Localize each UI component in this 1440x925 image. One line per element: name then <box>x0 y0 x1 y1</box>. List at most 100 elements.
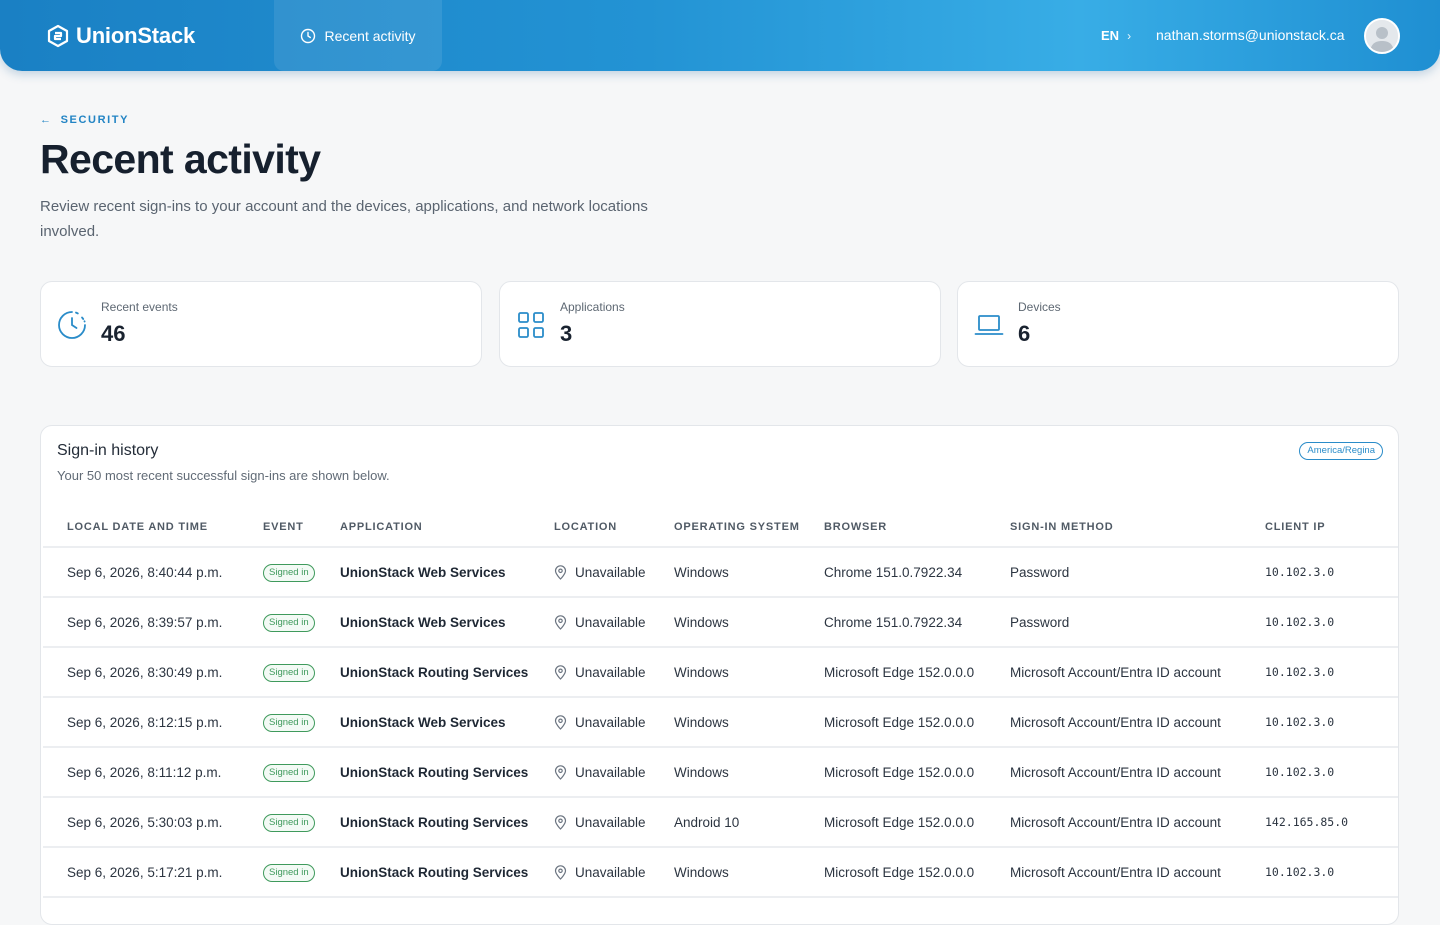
cell-application: UnionStack Web Services <box>329 548 543 598</box>
stat-value: 3 <box>560 321 573 346</box>
stat-card-recent-events: Recent events 46 <box>40 281 482 367</box>
cell-datetime: Sep 6, 2026, 8:12:15 p.m. <box>43 698 252 748</box>
status-badge: Signed in <box>263 763 315 782</box>
map-pin-icon <box>554 564 567 580</box>
table-header-row: LOCAL DATE AND TIME EVENT APPLICATION LO… <box>43 507 1398 548</box>
cell-browser: Chrome 151.0.7922.34 <box>813 548 999 598</box>
stat-value: 6 <box>1018 321 1031 346</box>
brand-logo[interactable]: UnionStack <box>46 22 195 50</box>
location-text: Unavailable <box>575 864 646 880</box>
table-row[interactable]: Sep 6, 2026, 8:12:15 p.m. Signed in Unio… <box>43 698 1398 748</box>
user-avatar-icon <box>1366 20 1398 52</box>
cell-method: Microsoft Account/Entra ID account <box>999 698 1254 748</box>
column-header-datetime[interactable]: LOCAL DATE AND TIME <box>43 507 252 548</box>
cell-application: UnionStack Routing Services <box>329 798 543 848</box>
cell-browser: Chrome 151.0.7922.34 <box>813 598 999 648</box>
cell-application: UnionStack Routing Services <box>329 848 543 898</box>
nav-tab-label: Recent activity <box>324 27 416 44</box>
cell-method: Microsoft Account/Entra ID account <box>999 748 1254 798</box>
column-header-browser[interactable]: BROWSER <box>813 507 999 548</box>
cell-os: Windows <box>663 648 813 698</box>
cell-event: Signed in <box>252 648 329 698</box>
cell-location: Unavailable <box>543 598 663 648</box>
cell-ip: 10.102.3.0 <box>1254 748 1398 798</box>
page-description: Review recent sign-ins to your account a… <box>40 198 648 240</box>
cell-browser: Microsoft Edge 152.0.0.0 <box>813 848 999 898</box>
user-email[interactable]: nathan.storms@unionstack.ca <box>1156 27 1345 43</box>
cell-datetime: Sep 6, 2026, 5:17:21 p.m. <box>43 848 252 898</box>
language-code: EN <box>1101 28 1120 43</box>
clock-icon <box>58 311 86 339</box>
map-pin-icon <box>554 614 567 630</box>
cell-ip: 10.102.3.0 <box>1254 648 1398 698</box>
breadcrumb-security: SECURITY <box>60 114 130 126</box>
cell-datetime: Sep 6, 2026, 8:11:12 p.m. <box>43 748 252 798</box>
map-pin-icon <box>554 864 567 880</box>
breadcrumb[interactable]: ← SECURITY <box>40 114 129 126</box>
cell-method: Microsoft Account/Entra ID account <box>999 798 1254 848</box>
cell-os: Windows <box>663 598 813 648</box>
back-arrow-icon: ← <box>40 114 53 126</box>
stat-label: Devices <box>1018 300 1061 314</box>
cell-browser: Microsoft Edge 152.0.0.0 <box>813 648 999 698</box>
table-row[interactable]: Sep 6, 2026, 8:39:57 p.m. Signed in Unio… <box>43 598 1398 648</box>
table-row[interactable]: Sep 6, 2026, 5:30:03 p.m. Signed in Unio… <box>43 798 1398 848</box>
cell-event: Signed in <box>252 798 329 848</box>
cell-method: Microsoft Account/Entra ID account <box>999 648 1254 698</box>
map-pin-icon <box>554 664 567 680</box>
status-badge: Signed in <box>263 713 315 732</box>
cell-event: Signed in <box>252 598 329 648</box>
brand-name: UnionStack <box>76 23 196 48</box>
cell-datetime: Sep 6, 2026, 5:30:03 p.m. <box>43 798 252 848</box>
cell-os: Windows <box>663 748 813 798</box>
cell-ip: 10.102.3.0 <box>1254 848 1398 898</box>
cell-method: Password <box>999 598 1254 648</box>
cell-event: Signed in <box>252 848 329 898</box>
cell-os: Windows <box>663 698 813 748</box>
cell-ip: 10.102.3.0 <box>1254 698 1398 748</box>
cell-location: Unavailable <box>543 648 663 698</box>
cell-os: Windows <box>663 848 813 898</box>
map-pin-icon <box>554 714 567 730</box>
location-text: Unavailable <box>575 764 646 780</box>
cell-application: UnionStack Routing Services <box>329 648 543 698</box>
nav-tab-recent-activity[interactable]: Recent activity <box>274 0 442 71</box>
table-row[interactable]: Sep 6, 2026, 8:40:44 p.m. Signed in Unio… <box>43 548 1398 598</box>
column-header-event[interactable]: EVENT <box>252 507 329 548</box>
avatar[interactable] <box>1364 18 1400 54</box>
table-row[interactable]: Sep 6, 2026, 8:11:12 p.m. Signed in Unio… <box>43 748 1398 798</box>
cell-method: Password <box>999 548 1254 598</box>
page-title: Recent activity <box>40 136 321 182</box>
stat-value: 46 <box>101 321 126 346</box>
cell-location: Unavailable <box>543 748 663 798</box>
table-row[interactable]: Sep 6, 2026, 5:17:21 p.m. Signed in Unio… <box>43 848 1398 898</box>
cell-browser: Microsoft Edge 152.0.0.0 <box>813 748 999 798</box>
cell-ip: 142.165.85.0 <box>1254 798 1398 848</box>
column-header-method[interactable]: SIGN-IN METHOD <box>999 507 1254 548</box>
status-badge: Signed in <box>263 563 315 582</box>
status-badge: Signed in <box>263 863 315 882</box>
clock-icon <box>301 28 316 43</box>
location-text: Unavailable <box>575 814 646 830</box>
cell-event: Signed in <box>252 748 329 798</box>
cell-browser: Microsoft Edge 152.0.0.0 <box>813 798 999 848</box>
cell-browser: Microsoft Edge 152.0.0.0 <box>813 698 999 748</box>
unionstack-logo-icon <box>47 24 69 48</box>
apps-grid-icon <box>518 312 544 338</box>
panel-subtitle: Your 50 most recent successful sign-ins … <box>57 468 390 483</box>
status-badge: Signed in <box>263 663 315 682</box>
cell-os: Android 10 <box>663 798 813 848</box>
column-header-location[interactable]: LOCATION <box>543 507 663 548</box>
cell-datetime: Sep 6, 2026, 8:30:49 p.m. <box>43 648 252 698</box>
column-header-application[interactable]: APPLICATION <box>329 507 543 548</box>
timezone-badge: America/Regina <box>1299 442 1383 460</box>
cell-ip: 10.102.3.0 <box>1254 548 1398 598</box>
status-badge: Signed in <box>263 813 315 832</box>
panel-title: Sign-in history <box>57 442 159 459</box>
stat-card-applications: Applications 3 <box>499 281 941 367</box>
language-selector[interactable]: EN › <box>1101 28 1131 43</box>
cell-event: Signed in <box>252 698 329 748</box>
column-header-ip[interactable]: CLIENT IP <box>1254 507 1398 548</box>
table-row[interactable]: Sep 6, 2026, 8:30:49 p.m. Signed in Unio… <box>43 648 1398 698</box>
column-header-os[interactable]: OPERATING SYSTEM <box>663 507 813 548</box>
